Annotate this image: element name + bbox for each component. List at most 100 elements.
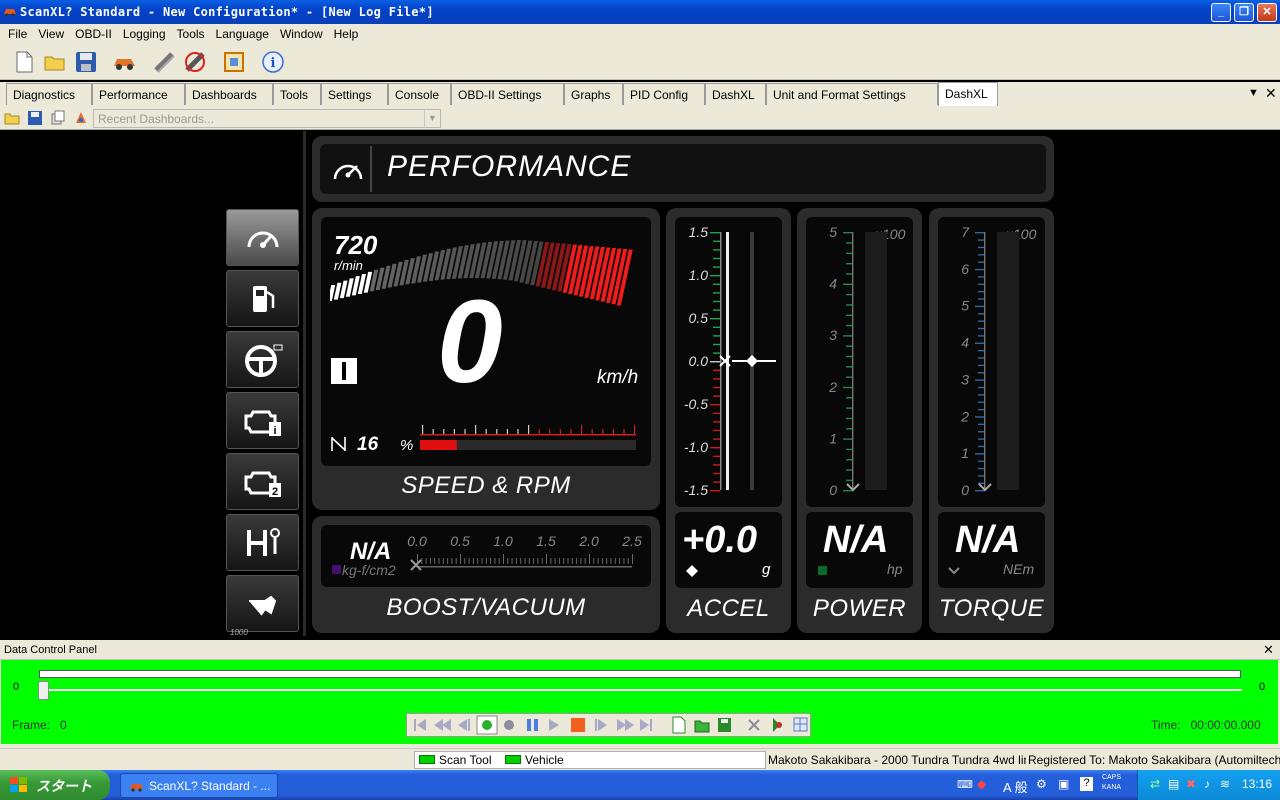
tab-unit-and-format-settings[interactable]: Unit and Format Settings: [766, 83, 938, 105]
settings-log-icon: [748, 719, 760, 731]
tab-close-icon[interactable]: ✕: [1265, 85, 1277, 102]
disconnected-icon[interactable]: ✖: [1186, 777, 1196, 791]
tab-settings[interactable]: Settings: [321, 83, 388, 105]
torque-tick: [978, 438, 984, 440]
torque-tick: [978, 335, 984, 337]
accel-tick: [713, 438, 720, 440]
menu-view[interactable]: View: [38, 27, 64, 41]
open-folder-button[interactable]: [43, 50, 67, 74]
vehicle-button[interactable]: [112, 50, 136, 74]
steering-wheel-icon: [245, 344, 283, 377]
torque-tick: [975, 416, 985, 418]
panel-close-icon[interactable]: ✕: [1263, 642, 1274, 658]
slider-track[interactable]: [39, 689, 1242, 691]
steering-dash-button[interactable]: [226, 331, 299, 388]
boost-tick: [468, 558, 470, 564]
torque-tick-label: 4: [961, 335, 969, 351]
ime-tool-icon[interactable]: ◆: [977, 777, 986, 791]
minimize-button[interactable]: _: [1211, 3, 1231, 22]
recent-dashboards-select[interactable]: Recent Dashboards... ▼: [93, 109, 441, 128]
ime-help-icon[interactable]: ?: [1080, 777, 1093, 791]
app-car-icon: [3, 5, 17, 20]
close-button[interactable]: ✕: [1257, 3, 1277, 22]
save-log-icon: [718, 718, 731, 732]
tab-performance[interactable]: Performance: [92, 83, 185, 105]
power-tick: [846, 428, 852, 430]
side-scale-label: 1000: [230, 628, 248, 637]
boost-tick: [477, 558, 479, 564]
fuel-dash-button[interactable]: [226, 270, 299, 327]
edit-dashboard-icon[interactable]: [73, 110, 89, 129]
power-tick: [843, 438, 853, 440]
torque-bar-track: [997, 232, 1019, 490]
tab-diagnostics[interactable]: Diagnostics: [6, 83, 92, 105]
torque-tick: [975, 453, 985, 455]
wifi-icon[interactable]: ≋: [1220, 777, 1230, 791]
chevron-down-icon[interactable]: ▼: [424, 110, 440, 127]
keyboard-icon[interactable]: ⌨: [957, 778, 973, 791]
ime-settings-icon[interactable]: ⚙: [1036, 777, 1047, 791]
ime-dictionary-icon[interactable]: ▣: [1058, 777, 1069, 791]
open-dashboard-icon[interactable]: [4, 110, 20, 129]
slider-handle[interactable]: [38, 681, 49, 700]
start-button[interactable]: スタート: [0, 770, 110, 800]
boost-tick: [597, 558, 599, 564]
save-dashboard-icon[interactable]: [27, 110, 43, 129]
torque-tick: [978, 246, 984, 249]
about-button[interactable]: i: [261, 50, 285, 74]
connect-button[interactable]: [183, 50, 207, 74]
save-button[interactable]: [74, 50, 98, 74]
torque-tick-label: 0: [961, 482, 969, 498]
tab-pid-config[interactable]: PID Config: [623, 83, 705, 105]
boost-tick: [507, 558, 509, 564]
tab-dashxl[interactable]: DashXL: [705, 83, 766, 105]
volume-icon[interactable]: ♪: [1204, 777, 1210, 791]
menu-logging[interactable]: Logging: [123, 27, 166, 41]
accel-tick: [713, 266, 720, 268]
accel-tick: [713, 335, 720, 337]
boost-tick: [610, 558, 612, 564]
tab-dashxl[interactable]: DashXL: [938, 82, 998, 106]
disconnect-button[interactable]: [152, 50, 176, 74]
dashboard-area: i 2 1000 PERFORMANCE 720 r/min 0 km/h 16…: [0, 131, 1280, 637]
fit-view-button[interactable]: [222, 50, 246, 74]
accel-tick: [710, 490, 720, 492]
transmission-dash-button[interactable]: [226, 514, 299, 571]
power-tick-label: 3: [829, 327, 837, 343]
menu-file[interactable]: File: [8, 27, 27, 41]
tab-obd-ii-settings[interactable]: OBD-II Settings: [451, 83, 564, 105]
menu-obd2[interactable]: OBD-II: [75, 27, 112, 41]
tab-tools[interactable]: Tools: [273, 83, 321, 105]
menu-help[interactable]: Help: [334, 27, 359, 41]
power-tick: [846, 407, 852, 409]
engine-diag-dash-button[interactable]: 2: [226, 453, 299, 510]
boost-tick: [546, 554, 547, 564]
power-tick: [843, 490, 853, 492]
performance-dash-button[interactable]: [226, 209, 299, 266]
menu-language[interactable]: Language: [216, 27, 269, 41]
tab-console[interactable]: Console: [388, 83, 451, 105]
throttle-bar: [420, 425, 636, 450]
new-file-button[interactable]: [12, 50, 36, 74]
boost-label: BOOST/VACUUM: [386, 594, 586, 621]
network-icon[interactable]: ⇄: [1150, 777, 1160, 791]
menu-tools[interactable]: Tools: [177, 27, 205, 41]
fuel-nozzle-dash-button[interactable]: [226, 575, 299, 632]
menu-bar: File View OBD-II Logging Tools Language …: [0, 24, 1280, 44]
engine-info-dash-button[interactable]: i: [226, 392, 299, 449]
boost-tick: [490, 558, 492, 564]
power-tick: [846, 314, 852, 316]
menu-window[interactable]: Window: [280, 27, 323, 41]
ime-mode[interactable]: A 般: [1003, 777, 1028, 796]
torque-tick: [978, 460, 984, 462]
timeline-track[interactable]: [39, 670, 1241, 678]
torque-axis: [984, 232, 986, 490]
tab-menu-icon[interactable]: ▼: [1248, 87, 1259, 99]
monitor-icon[interactable]: ▤: [1168, 777, 1179, 791]
tab-graphs[interactable]: Graphs: [564, 83, 623, 105]
taskbar-app-scanxl[interactable]: ScanXL? Standard - ...: [120, 773, 278, 798]
tab-dashboards[interactable]: Dashboards: [185, 83, 273, 105]
restore-button[interactable]: ❐: [1234, 3, 1254, 22]
copy-dashboard-icon[interactable]: [50, 110, 66, 129]
boost-unit: kg-f/cm2: [342, 562, 396, 578]
